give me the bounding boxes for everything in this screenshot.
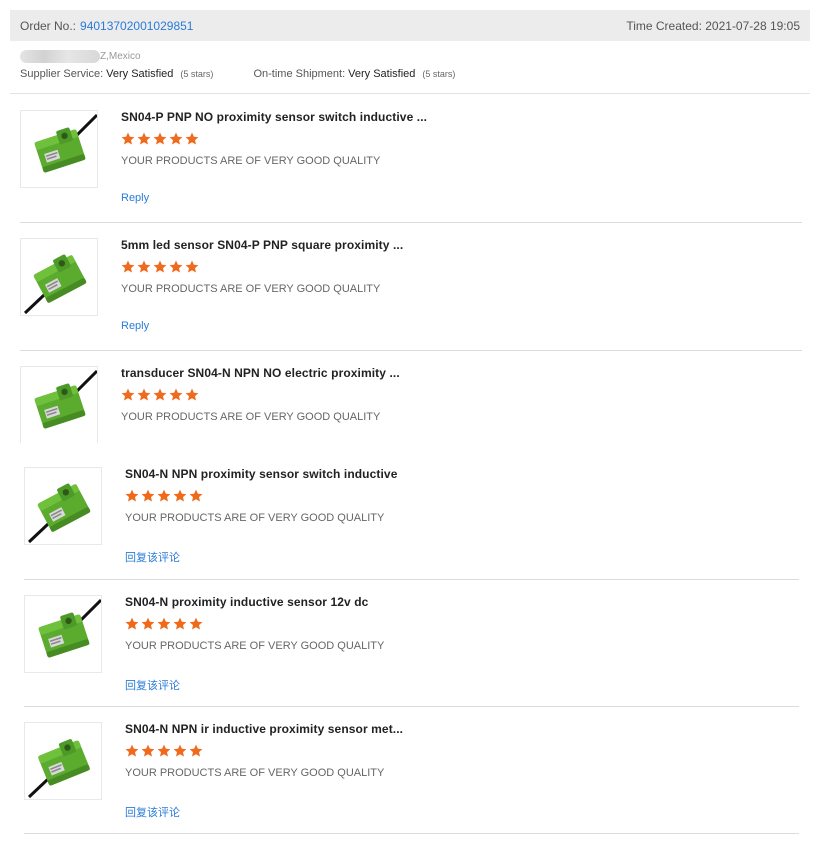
star-icon — [189, 744, 203, 757]
sensor-photo-icon — [34, 113, 97, 173]
star-icon — [121, 388, 135, 401]
product-title[interactable]: SN04-N NPN proximity sensor switch induc… — [125, 467, 397, 481]
star-icon — [137, 132, 151, 145]
star-icon — [121, 260, 135, 273]
star-icon — [169, 388, 183, 401]
sensor-photo-icon — [38, 598, 101, 658]
product-image[interactable] — [20, 366, 98, 443]
star-icon — [157, 744, 171, 757]
row-divider — [20, 222, 802, 223]
review-text: YOUR PRODUCTS ARE OF VERY GOOD QUALITY — [125, 512, 385, 524]
star-icon — [185, 132, 199, 145]
time-created: Time Created: 2021-07-28 19:05 — [626, 18, 800, 33]
product-image[interactable] — [24, 595, 102, 673]
sensor-photo-icon — [27, 483, 91, 544]
sensor-photo-icon — [23, 254, 87, 315]
product-image[interactable] — [24, 467, 102, 545]
star-icon — [153, 132, 167, 145]
star-rating — [121, 132, 199, 145]
supplier-service-label: Supplier Service: — [20, 68, 104, 80]
reply-link[interactable]: 回复该评论 — [125, 677, 180, 693]
star-icon — [189, 617, 203, 630]
product-title[interactable]: transducer SN04-N NPN NO electric proxim… — [121, 366, 400, 380]
seller-ratings: Supplier Service: Very Satisfied (5 star… — [20, 68, 455, 80]
star-icon — [189, 489, 203, 502]
product-title[interactable]: 5mm led sensor SN04-P PNP square proximi… — [121, 238, 403, 252]
reply-link[interactable]: 回复该评论 — [125, 804, 180, 820]
star-icon — [141, 489, 155, 502]
star-rating — [125, 744, 203, 757]
shipment-rating: On-time Shipment: Very Satisfied (5 star… — [253, 68, 455, 80]
product-image[interactable] — [24, 722, 102, 800]
star-icon — [169, 132, 183, 145]
star-icon — [125, 617, 139, 630]
order-number-link[interactable]: 94013702001029851 — [80, 19, 193, 33]
product-image[interactable] — [20, 110, 98, 188]
reply-link[interactable]: Reply — [121, 320, 149, 332]
supplier-service-value: Very Satisfied — [106, 68, 174, 80]
star-icon — [125, 744, 139, 757]
product-title[interactable]: SN04-P PNP NO proximity sensor switch in… — [121, 110, 427, 124]
star-rating — [125, 489, 203, 502]
supplier-service-stars: (5 stars) — [180, 69, 214, 79]
reply-link[interactable]: 回复该评论 — [125, 549, 180, 565]
star-icon — [185, 388, 199, 401]
product-image[interactable] — [20, 238, 98, 316]
row-divider — [24, 833, 799, 834]
star-icon — [173, 744, 187, 757]
star-icon — [173, 617, 187, 630]
star-icon — [141, 617, 155, 630]
star-icon — [169, 260, 183, 273]
star-icon — [125, 489, 139, 502]
star-icon — [141, 744, 155, 757]
star-icon — [157, 617, 171, 630]
shipment-stars: (5 stars) — [422, 69, 456, 79]
review-text: YOUR PRODUCTS ARE OF VERY GOOD QUALITY — [125, 767, 385, 779]
shipment-value: Very Satisfied — [348, 68, 416, 80]
order-header: Order No.: 94013702001029851 Time Created… — [10, 10, 810, 41]
row-divider — [24, 706, 799, 707]
star-icon — [173, 489, 187, 502]
buyer-name-redacted — [20, 49, 100, 63]
star-icon — [137, 260, 151, 273]
star-rating — [121, 388, 199, 401]
buyer-info: Z,Mexico — [20, 49, 141, 63]
row-divider — [20, 350, 802, 351]
star-icon — [185, 260, 199, 273]
sensor-photo-icon — [27, 739, 90, 799]
star-icon — [153, 388, 167, 401]
order-number-label: Order No.: — [20, 18, 77, 33]
review-text: YOUR PRODUCTS ARE OF VERY GOOD QUALITY — [125, 640, 385, 652]
shipment-label: On-time Shipment: — [253, 68, 346, 80]
row-divider — [24, 579, 799, 580]
star-icon — [153, 260, 167, 273]
review-text: YOUR PRODUCTS ARE OF VERY GOOD QUALITY — [121, 411, 381, 423]
review-text: YOUR PRODUCTS ARE OF VERY GOOD QUALITY — [121, 155, 381, 167]
buyer-location: Z,Mexico — [100, 50, 141, 62]
review-text: YOUR PRODUCTS ARE OF VERY GOOD QUALITY — [121, 283, 381, 295]
star-icon — [137, 388, 151, 401]
reply-link[interactable]: Reply — [121, 192, 149, 204]
order-number-block: Order No.: 94013702001029851 — [20, 19, 193, 33]
product-title[interactable]: SN04-N proximity inductive sensor 12v dc — [125, 595, 368, 609]
product-title[interactable]: SN04-N NPN ir inductive proximity sensor… — [125, 722, 403, 736]
header-divider — [10, 93, 810, 94]
star-rating — [125, 617, 203, 630]
star-rating — [121, 260, 199, 273]
sensor-photo-icon — [34, 369, 97, 429]
star-icon — [157, 489, 171, 502]
star-icon — [121, 132, 135, 145]
